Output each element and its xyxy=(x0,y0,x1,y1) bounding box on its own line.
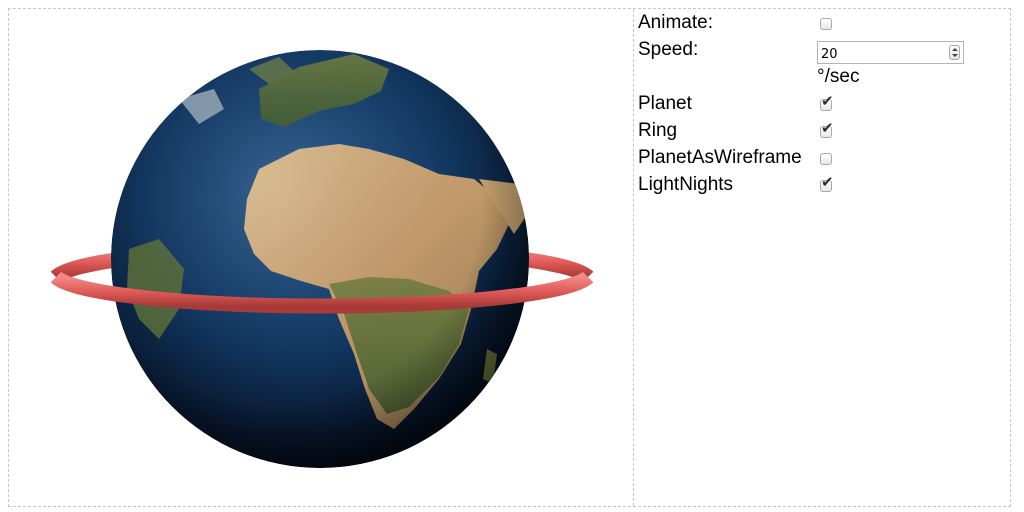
spin-up-icon[interactable] xyxy=(952,48,958,51)
animate-checkbox[interactable] xyxy=(820,18,832,30)
check-icon: ✔ xyxy=(821,119,834,137)
3d-viewport[interactable] xyxy=(9,9,634,506)
planet xyxy=(111,50,529,468)
planet-as-wireframe-checkbox[interactable] xyxy=(820,153,832,165)
controls-panel: Animate: Speed: 20 °/sec Planet ✔ Ring ✔… xyxy=(638,9,1008,506)
speed-unit: °/sec xyxy=(817,66,860,87)
speed-label: Speed: xyxy=(638,39,699,60)
light-nights-label: LightNights xyxy=(638,174,734,195)
speed-spinner[interactable] xyxy=(949,45,960,60)
ring-checkbox[interactable]: ✔ xyxy=(820,121,834,138)
speed-value: 20 xyxy=(821,47,838,62)
planet-checkbox[interactable]: ✔ xyxy=(820,94,834,111)
app-frame: Animate: Speed: 20 °/sec Planet ✔ Ring ✔… xyxy=(8,8,1011,507)
ring-label: Ring xyxy=(638,120,678,141)
planet-label: Planet xyxy=(638,93,692,114)
speed-input[interactable]: 20 xyxy=(817,41,964,64)
spin-down-icon[interactable] xyxy=(952,54,958,57)
planet-as-wireframe-label: PlanetAsWireframe xyxy=(638,147,802,168)
check-icon: ✔ xyxy=(821,92,834,110)
animate-label: Animate: xyxy=(638,12,713,33)
light-nights-checkbox[interactable]: ✔ xyxy=(820,175,834,192)
check-icon: ✔ xyxy=(821,173,834,191)
speed-row: Speed: 20 °/sec xyxy=(638,39,1008,89)
earth-scene xyxy=(50,50,594,468)
